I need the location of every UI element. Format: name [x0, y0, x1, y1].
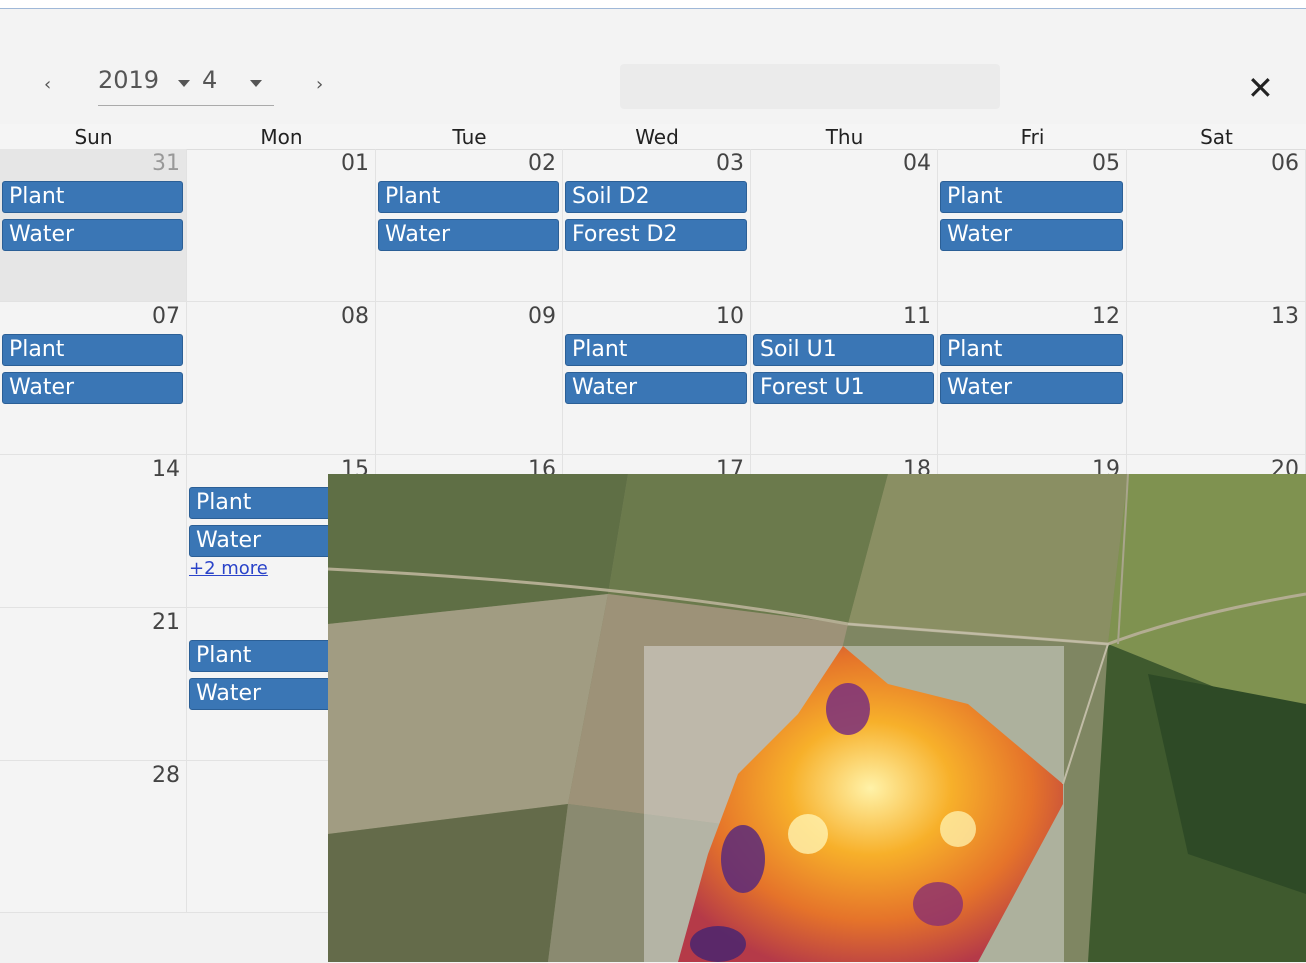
day-cell[interactable]: 04: [751, 149, 938, 302]
day-cell[interactable]: 21: [0, 608, 187, 761]
day-cell[interactable]: 12 Plant Water: [938, 302, 1127, 455]
calendar-event[interactable]: Plant: [940, 334, 1123, 366]
month-dropdown-caret-icon[interactable]: [250, 80, 262, 87]
window-top-strip: [0, 0, 1306, 9]
calendar-event[interactable]: Plant: [2, 181, 183, 213]
calendar-event[interactable]: Water: [940, 219, 1123, 251]
day-number: 07: [152, 304, 180, 329]
weekday-header-fri: Fri: [938, 124, 1128, 150]
select-underline: [98, 105, 274, 106]
prev-month-button[interactable]: ‹: [44, 74, 51, 95]
day-number: 14: [152, 457, 180, 482]
day-cell[interactable]: 03 Soil D2 Forest D2: [563, 149, 751, 302]
close-icon[interactable]: ✕: [1247, 72, 1274, 104]
day-number: 28: [152, 763, 180, 788]
day-number: 04: [903, 151, 931, 176]
day-cell[interactable]: 13: [1127, 302, 1306, 455]
calendar-event[interactable]: Plant: [378, 181, 559, 213]
day-number: 13: [1271, 304, 1299, 329]
more-events-link[interactable]: +2 more: [189, 558, 268, 579]
day-number: 02: [528, 151, 556, 176]
satellite-image: [328, 474, 1306, 962]
day-number: 05: [1092, 151, 1120, 176]
day-number: 11: [903, 304, 931, 329]
day-number: 10: [716, 304, 744, 329]
calendar-event[interactable]: Water: [378, 219, 559, 251]
day-cell[interactable]: 05 Plant Water: [938, 149, 1127, 302]
weekday-header-tue: Tue: [376, 124, 564, 150]
weekday-header-sat: Sat: [1127, 124, 1306, 150]
weekday-header-sun: Sun: [0, 124, 188, 150]
day-number: 06: [1271, 151, 1299, 176]
day-cell[interactable]: 09: [376, 302, 563, 455]
day-number: 09: [528, 304, 556, 329]
weekday-header-wed: Wed: [563, 124, 752, 150]
day-cell[interactable]: 01: [187, 149, 376, 302]
day-cell[interactable]: 11 Soil U1 Forest U1: [751, 302, 938, 455]
day-cell[interactable]: 14: [0, 455, 187, 608]
day-cell[interactable]: 10 Plant Water: [563, 302, 751, 455]
day-number: 12: [1092, 304, 1120, 329]
day-cell[interactable]: 06: [1127, 149, 1306, 302]
calendar-event[interactable]: Water: [2, 372, 183, 404]
calendar-event[interactable]: Plant: [2, 334, 183, 366]
bottom-bar: [0, 912, 328, 963]
satellite-map-panel[interactable]: [328, 474, 1306, 962]
weekday-header-thu: Thu: [751, 124, 939, 150]
calendar-event[interactable]: Water: [565, 372, 747, 404]
day-number: 03: [716, 151, 744, 176]
day-cell[interactable]: 07 Plant Water: [0, 302, 187, 455]
day-cell[interactable]: 28: [0, 761, 187, 914]
month-select[interactable]: 4: [202, 66, 217, 94]
next-month-button[interactable]: ›: [316, 74, 323, 95]
calendar-header: [0, 9, 1306, 124]
day-number: 01: [341, 151, 369, 176]
calendar-event[interactable]: Plant: [940, 181, 1123, 213]
calendar-event[interactable]: Water: [2, 219, 183, 251]
day-cell[interactable]: 31 Plant Water: [0, 149, 187, 302]
calendar-event[interactable]: Forest U1: [753, 372, 934, 404]
day-cell[interactable]: 02 Plant Water: [376, 149, 563, 302]
calendar-event[interactable]: Plant: [565, 334, 747, 366]
calendar-event[interactable]: Soil D2: [565, 181, 747, 213]
calendar-event[interactable]: Forest D2: [565, 219, 747, 251]
year-dropdown-caret-icon[interactable]: [178, 80, 190, 87]
day-number: 31: [152, 151, 180, 176]
year-select[interactable]: 2019: [98, 66, 159, 94]
day-number: 08: [341, 304, 369, 329]
weekday-header-mon: Mon: [187, 124, 377, 150]
background-toolbar-ghost: [620, 64, 1000, 109]
calendar-event[interactable]: Soil U1: [753, 334, 934, 366]
day-number: 21: [152, 610, 180, 635]
day-cell[interactable]: 08: [187, 302, 376, 455]
calendar-event[interactable]: Water: [940, 372, 1123, 404]
